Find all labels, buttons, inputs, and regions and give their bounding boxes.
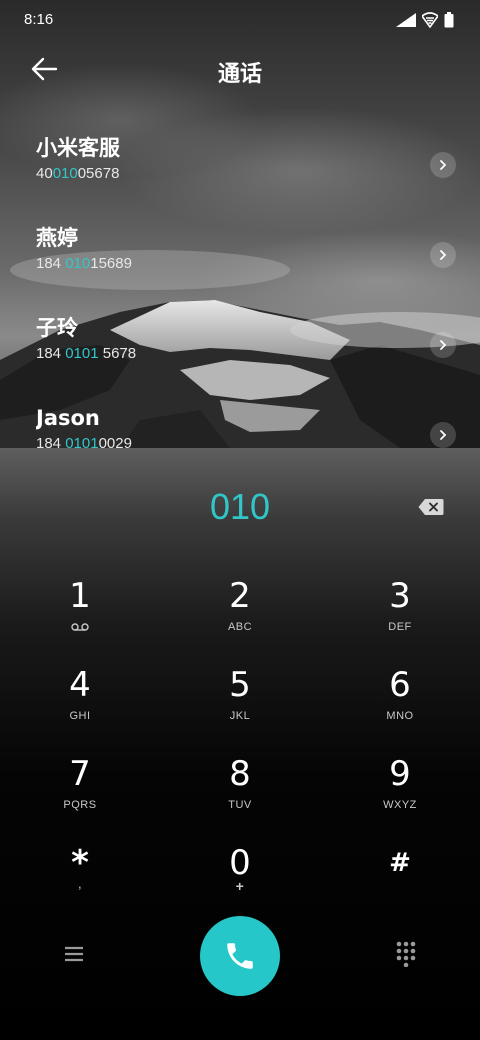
key-letters: WXYZ xyxy=(383,799,417,811)
key-4[interactable]: 4 GHI xyxy=(20,665,140,745)
contact-detail-button[interactable] xyxy=(430,422,456,448)
key-letters: TUV xyxy=(228,799,252,811)
contact-detail-button[interactable] xyxy=(430,332,456,358)
key-digit: 0 xyxy=(229,843,251,883)
voicemail-icon xyxy=(71,623,89,631)
key-0[interactable]: 0 + xyxy=(180,843,300,923)
contact-item[interactable]: 燕婷 184 01015689 xyxy=(36,224,456,294)
battery-icon xyxy=(444,12,454,28)
chevron-right-icon xyxy=(440,340,447,350)
page-title: 通话 xyxy=(217,62,262,87)
status-icons xyxy=(396,11,454,29)
signal-icon xyxy=(396,13,416,27)
entered-number: 010 xyxy=(209,486,271,527)
contact-name: 小米客服 xyxy=(36,136,120,160)
key-letters: MNO xyxy=(386,710,414,722)
key-7[interactable]: 7 PQRS xyxy=(20,754,140,834)
status-bar: 8:16 xyxy=(0,0,480,40)
phone-icon xyxy=(227,943,253,969)
contact-number: 184 01015689 xyxy=(36,255,132,272)
key-3[interactable]: 3 DEF xyxy=(340,576,460,656)
contact-name: Jason xyxy=(36,406,100,430)
key-digit: 7 xyxy=(69,754,91,794)
key-6[interactable]: 6 MNO xyxy=(340,665,460,745)
backspace-icon[interactable] xyxy=(418,498,444,516)
call-button[interactable] xyxy=(200,916,280,996)
key-2[interactable]: 2 ABC xyxy=(180,576,300,656)
wifi-icon xyxy=(422,12,438,28)
contact-number: 184 01010029 xyxy=(36,435,132,448)
key-digit: 1 xyxy=(69,576,91,616)
key-letters: DEF xyxy=(388,621,412,633)
key-1[interactable]: 1 xyxy=(20,576,140,656)
key-8[interactable]: 8 TUV xyxy=(180,754,300,834)
key-digit: 9 xyxy=(389,754,411,794)
keypad-icon xyxy=(396,941,416,967)
keypad-toggle-button[interactable] xyxy=(386,934,426,974)
key-star[interactable]: * , xyxy=(20,843,140,923)
status-time: 8:16 xyxy=(24,11,54,28)
key-digit: 5 xyxy=(229,665,251,705)
chevron-right-icon xyxy=(440,430,447,440)
dialer-panel: 010 1 2 ABC 3 DEF 4 GHI 5 JKL 6 MNO 7 PQ… xyxy=(0,448,480,1040)
contact-detail-button[interactable] xyxy=(430,152,456,178)
key-hash[interactable]: # xyxy=(340,843,460,923)
contact-detail-button[interactable] xyxy=(430,242,456,268)
key-5[interactable]: 5 JKL xyxy=(180,665,300,745)
key-digit: # xyxy=(389,848,411,878)
menu-icon xyxy=(65,946,83,962)
key-letters: ABC xyxy=(227,621,253,633)
key-digit: 8 xyxy=(229,754,251,794)
contact-item[interactable]: 子玲 184 0101 5678 xyxy=(36,314,456,384)
key-letters: + xyxy=(235,878,245,894)
key-letters: , xyxy=(77,876,83,891)
chevron-right-icon xyxy=(440,160,447,170)
key-9[interactable]: 9 WXYZ xyxy=(340,754,460,834)
key-digit: 4 xyxy=(69,665,91,705)
contact-name: 燕婷 xyxy=(36,226,78,250)
contact-item[interactable]: Jason 184 01010029 xyxy=(36,404,456,448)
key-letters: PQRS xyxy=(63,799,97,811)
contact-number: 184 0101 5678 xyxy=(36,345,137,362)
key-digit: 6 xyxy=(389,665,411,705)
key-letters: GHI xyxy=(69,710,91,722)
contact-number: 4001005678 xyxy=(36,165,120,182)
chevron-right-icon xyxy=(440,250,447,260)
key-digit: 2 xyxy=(229,576,251,616)
contact-name: 子玲 xyxy=(36,316,78,340)
contact-item[interactable]: 小米客服 4001005678 xyxy=(36,134,456,204)
menu-button[interactable] xyxy=(54,934,94,974)
key-letters: JKL xyxy=(229,710,251,722)
key-digit: 3 xyxy=(389,576,411,616)
